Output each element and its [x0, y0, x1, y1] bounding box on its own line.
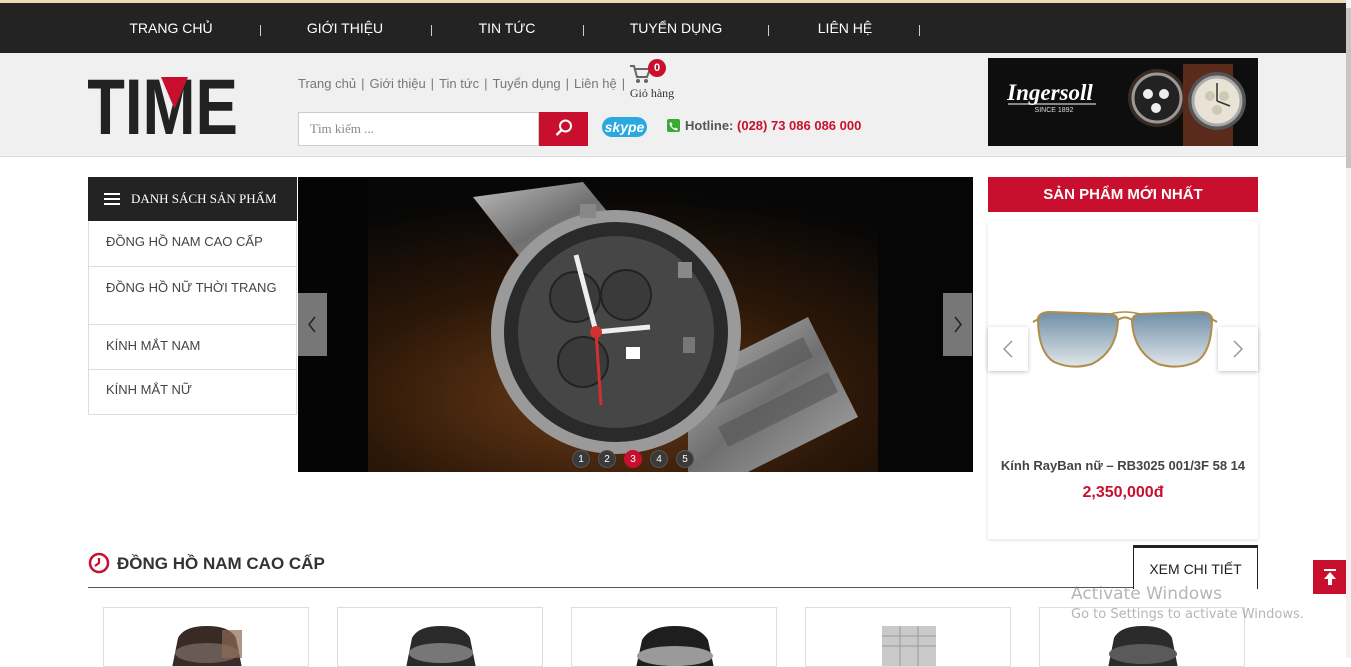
category-womens-fashion-watches[interactable]: ĐỒNG HỒ NỮ THỜI TRANG	[88, 267, 297, 325]
nav-separator	[260, 25, 261, 36]
category-menu-title: DANH SÁCH SẢN PHẨM	[131, 191, 277, 206]
slider-next-button[interactable]	[943, 293, 972, 356]
slider-pagination: 12345	[572, 449, 702, 468]
header-links: Trang chủ | Giới thiệu | Tin tức | Tuyển dụng |…	[298, 76, 626, 91]
back-to-top-button[interactable]	[1313, 560, 1347, 594]
nav-separator	[583, 25, 584, 36]
svg-text:skype: skype	[605, 119, 645, 135]
chevron-right-icon	[1233, 340, 1244, 358]
nav-home[interactable]: TRANG CHỦ	[118, 3, 224, 53]
chevron-left-icon	[1002, 340, 1013, 358]
slider-prev-button[interactable]	[298, 293, 327, 356]
skype-icon[interactable]: skype	[601, 116, 648, 138]
nav-about[interactable]: GIỚI THIỆU	[292, 3, 398, 53]
clock-icon	[88, 552, 110, 574]
watermark-line-1: Activate Windows	[1071, 584, 1222, 604]
hotline-number[interactable]: (028) 73 086 086 000	[737, 118, 861, 133]
slider-dot[interactable]: 4	[650, 450, 668, 468]
windows-activation-watermark: Activate Windows Go to Settings to activ…	[1071, 584, 1304, 622]
header-link-news[interactable]: Tin tức	[439, 76, 479, 91]
header-link-contact[interactable]: Liên hệ	[574, 76, 617, 91]
top-navigation: TRANG CHỦ GIỚI THIỆU TIN TỨC TUYỂN DỤNG …	[0, 3, 1351, 53]
newest-next-button[interactable]	[1218, 327, 1258, 371]
product-card[interactable]	[103, 607, 309, 667]
header-link-about[interactable]: Giới thiệu	[369, 76, 425, 91]
product-image-watch	[406, 626, 476, 666]
cart-count-badge: 0	[648, 59, 666, 77]
arrow-up-icon	[1324, 569, 1336, 585]
nav-separator	[768, 25, 769, 36]
slide-image-watch	[298, 177, 973, 472]
section-title: ĐỒNG HỒ NAM CAO CẤP	[117, 554, 325, 573]
scrollbar-thumb[interactable]	[1346, 8, 1351, 168]
cart-button[interactable]: 0 Giỏ hàng	[626, 59, 678, 103]
site-header: TIME Trang chủ | Giới thiệu | Tin tức | Tuyển …	[0, 53, 1351, 157]
slider-dot[interactable]: 1	[572, 450, 590, 468]
category-womens-sunglasses[interactable]: KÍNH MẮT NỮ	[88, 370, 297, 415]
nav-separator	[919, 25, 920, 36]
page-scrollbar[interactable]	[1346, 0, 1351, 658]
slider-dot[interactable]: 2	[598, 450, 616, 468]
nav-separator	[431, 25, 432, 36]
svg-text:SINCE 1892: SINCE 1892	[1035, 107, 1074, 114]
search-input[interactable]	[298, 112, 539, 146]
chevron-left-icon	[308, 316, 316, 333]
product-card[interactable]	[805, 607, 1011, 667]
product-image-sunglasses	[1032, 310, 1218, 368]
hotline-label: Hotline:	[685, 118, 734, 133]
slider-dot[interactable]: 5	[676, 450, 694, 468]
product-price: 2,350,000đ	[1082, 484, 1164, 501]
slider-dot-active[interactable]: 3	[624, 450, 642, 468]
view-details-button[interactable]: XEM CHI TIẾT	[1133, 545, 1258, 589]
watermark-line-2: Go to Settings to activate Windows.	[1071, 607, 1304, 622]
hamburger-icon	[104, 193, 120, 205]
newest-prev-button[interactable]	[988, 327, 1028, 371]
site-logo[interactable]: TIME	[88, 75, 238, 135]
category-mens-sunglasses[interactable]: KÍNH MẮT NAM	[88, 325, 297, 370]
product-card[interactable]	[337, 607, 543, 667]
nav-contact[interactable]: LIÊN HỆ	[801, 3, 889, 53]
hero-slider: 12345	[298, 177, 973, 472]
newest-products: SẢN PHẨM MỚI NHẤT Kính RayBan nữ – RB302…	[988, 177, 1258, 539]
section-mens-luxury-watches: ĐỒNG HỒ NAM CAO CẤP XEM CHI TIẾT	[88, 545, 1258, 589]
svg-text:TIME: TIME	[88, 75, 238, 135]
header-link-home[interactable]: Trang chủ	[298, 76, 356, 91]
product-name[interactable]: Kính RayBan nữ – RB3025 001/3F 58 14	[988, 458, 1258, 473]
category-mens-luxury-watches[interactable]: ĐỒNG HỒ NAM CAO CẤP	[88, 221, 297, 267]
product-image-watch	[636, 626, 714, 666]
search-icon	[555, 119, 572, 136]
newest-product-card[interactable]: Kính RayBan nữ – RB3025 001/3F 58 14 2,3…	[988, 221, 1258, 539]
hotline: Hotline: (028) 73 086 086 000	[667, 118, 861, 133]
newest-products-title: SẢN PHẨM MỚI NHẤT	[988, 177, 1258, 212]
product-card[interactable]	[571, 607, 777, 667]
nav-news[interactable]: TIN TỨC	[460, 3, 554, 53]
ad-banner[interactable]: Ingersoll SINCE 1892	[988, 58, 1258, 146]
header-link-careers[interactable]: Tuyển dụng	[492, 76, 560, 91]
cart-label: Giỏ hàng	[629, 86, 675, 100]
category-menu: DANH SÁCH SẢN PHẨM ĐỒNG HỒ NAM CAO CẤP Đ…	[88, 177, 297, 415]
chevron-right-icon	[954, 316, 962, 333]
category-menu-header[interactable]: DANH SÁCH SẢN PHẨM	[88, 177, 297, 221]
product-image-watch	[172, 626, 242, 666]
nav-careers[interactable]: TUYỂN DỤNG	[615, 3, 737, 53]
svg-text:Ingersoll: Ingersoll	[1006, 80, 1093, 105]
product-image-watch	[882, 626, 936, 666]
phone-icon	[667, 119, 680, 132]
search-button[interactable]	[539, 112, 588, 146]
